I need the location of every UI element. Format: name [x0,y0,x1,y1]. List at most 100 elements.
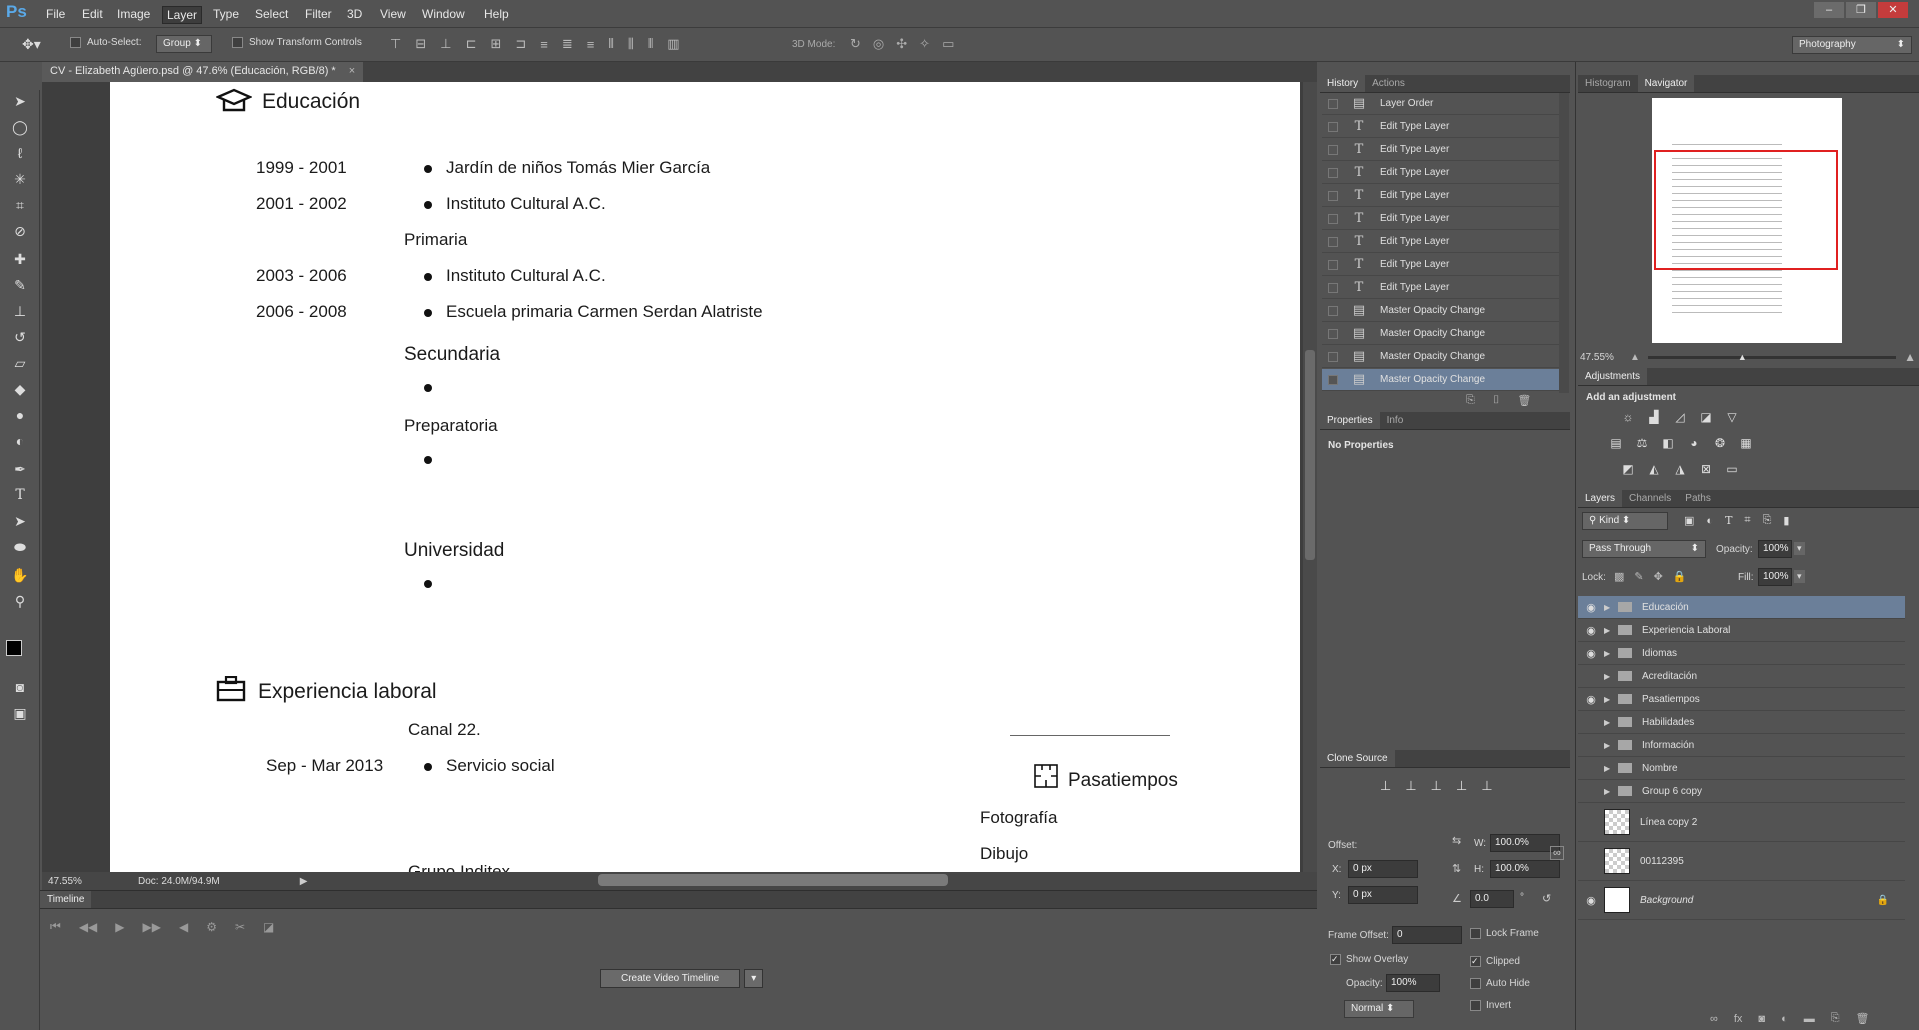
threshold-icon[interactable]: ◮ [1672,462,1688,476]
marquee-tool[interactable]: ◯ [8,116,32,138]
paths-tab[interactable]: Paths [1678,490,1718,507]
frame-offset-field[interactable]: 0 [1392,926,1462,944]
move-tool[interactable]: ➤ [8,90,32,112]
layer-row[interactable]: Línea copy 2 [1578,803,1905,842]
history-source-checkbox[interactable] [1328,144,1338,155]
history-state-row[interactable]: T Edit Type Layer [1322,162,1559,184]
layer-row[interactable]: ◉ Background 🔒 [1578,881,1905,920]
create-video-timeline-button[interactable]: Create Video Timeline [600,969,741,988]
layer-name[interactable]: Acreditación [1642,671,1697,682]
history-source-checkbox[interactable] [1328,259,1338,270]
navigator-view-box[interactable] [1654,150,1838,270]
layer-style-fx-icon[interactable]: fx [1734,1013,1743,1025]
filter-pixel-icon[interactable]: ▣ [1684,514,1694,527]
dodge-tool[interactable]: ◐ [8,430,32,452]
layer-row[interactable]: ▶ Habilidades [1578,711,1905,734]
history-brush-tool[interactable]: ↺ [8,326,32,348]
new-layer-icon[interactable]: ⎘ [1831,1012,1840,1025]
opacity-dropdown-icon[interactable]: ▾ [1794,542,1805,555]
zoom-in-mountain-icon[interactable]: ▲ [1904,350,1916,364]
delete-layer-trash-icon[interactable]: 🗑 [1856,1012,1870,1025]
channels-tab[interactable]: Channels [1622,490,1678,507]
foreground-color-swatch[interactable] [6,640,22,656]
invert-checkbox[interactable] [1470,1000,1481,1011]
first-frame-icon[interactable]: ⏮ [50,919,61,934]
new-adjustment-layer-icon[interactable]: ◐ [1781,1013,1788,1025]
align-left-icon[interactable]: ⊏ [466,36,477,52]
layer-row[interactable]: 00112395 [1578,842,1905,881]
layer-row[interactable]: ◉ ▶ Pasatiempos [1578,688,1905,711]
history-source-checkbox[interactable] [1328,374,1338,385]
lock-all-icon[interactable]: 🔒 [1673,570,1687,583]
exposure-icon[interactable]: ◪ [1698,410,1714,424]
pen-tool[interactable]: ✒ [8,458,32,480]
menu-help[interactable]: Help [480,6,513,22]
transition-icon[interactable]: ◪ [263,920,274,934]
history-tab[interactable]: History [1320,75,1366,92]
reset-transform-icon[interactable]: ↺ [1542,892,1551,905]
histogram-tab[interactable]: Histogram [1578,75,1638,92]
info-tab[interactable]: Info [1380,412,1411,429]
history-state-row[interactable]: T Edit Type Layer [1322,185,1559,207]
vibrance-icon[interactable]: ▽ [1724,410,1740,424]
channel-mixer-icon[interactable]: ❂ [1712,436,1728,450]
distribute-left-icon[interactable]: ⫴ [608,36,613,52]
menu-type[interactable]: Type [209,6,243,22]
clone-stamp-tool[interactable]: ⊥ [8,300,32,322]
history-state-row[interactable]: ▤ Master Opacity Change [1322,346,1559,368]
overlay-blend-dropdown[interactable]: Normal ⬍ [1344,1000,1414,1018]
prev-frame-icon[interactable]: ◀◀ [79,920,97,934]
expand-triangle-icon[interactable]: ▶ [1604,649,1614,658]
document-tab[interactable]: CV - Elizabeth Agüero.psd @ 47.6% (Educa… [42,62,364,82]
expand-triangle-icon[interactable]: ▶ [1604,764,1614,773]
expand-triangle-icon[interactable]: ▶ [1604,603,1614,612]
crop-tool[interactable]: ⌗ [8,194,32,216]
menu-select[interactable]: Select [251,6,292,22]
filter-toggle-icon[interactable]: ▮ [1783,514,1789,527]
split-scissors-icon[interactable]: ✂ [235,920,245,934]
menu-file[interactable]: File [42,6,69,22]
distribute-right-icon[interactable]: ⫴ [648,36,653,52]
history-state-row[interactable]: T Edit Type Layer [1322,231,1559,253]
layers-tab[interactable]: Layers [1578,490,1623,507]
history-state-row[interactable]: T Edit Type Layer [1322,139,1559,161]
menu-view[interactable]: View [376,6,410,22]
blend-mode-dropdown[interactable]: Pass Through ⬍ [1582,540,1706,558]
expand-triangle-icon[interactable]: ▶ [1604,787,1614,796]
shape-tool[interactable]: ⬬ [8,536,32,558]
hand-tool[interactable]: ✋ [8,564,32,586]
brush-tool[interactable]: ✎ [8,274,32,296]
brightness-contrast-icon[interactable]: ☼ [1620,410,1636,424]
magic-wand-tool[interactable]: ✳ [8,168,32,190]
expand-triangle-icon[interactable]: ▶ [1604,695,1614,704]
status-menu-arrow-icon[interactable]: ▶ [300,876,308,887]
close-document-icon[interactable]: × [349,65,355,77]
menu-layer[interactable]: Layer [162,6,203,24]
next-frame-icon[interactable]: ▶▶ [143,920,161,934]
layer-opacity-field[interactable]: 100% [1758,540,1792,558]
levels-icon[interactable]: ▟ [1646,410,1662,424]
properties-tab[interactable]: Properties [1320,412,1380,429]
hue-saturation-icon[interactable]: ▤ [1608,436,1624,450]
posterize-icon[interactable]: ◭ [1646,462,1662,476]
auto-align-icon[interactable]: ▥ [667,36,679,52]
clone-source-5-icon[interactable]: ⊥ [1481,778,1492,794]
align-vcenter-icon[interactable]: ⊟ [415,36,426,52]
layer-row[interactable]: ◉ ▶ Educación [1578,596,1905,619]
history-source-checkbox[interactable] [1328,282,1338,293]
align-right-icon[interactable]: ⊐ [515,36,526,52]
layer-name[interactable]: Group 6 copy [1642,786,1702,797]
3d-rotate-icon[interactable]: ↻ [850,36,861,52]
show-overlay-checkbox[interactable]: ✓ [1330,954,1341,965]
history-state-row[interactable]: ▤ Master Opacity Change [1322,369,1559,391]
layer-row[interactable]: ▶ Información [1578,734,1905,757]
navigator-tab[interactable]: Navigator [1637,75,1695,92]
fill-dropdown-icon[interactable]: ▾ [1794,570,1805,583]
gradient-map-icon[interactable]: ▭ [1724,462,1740,476]
expand-triangle-icon[interactable]: ▶ [1604,626,1614,635]
screen-mode-tool[interactable]: ▣ [8,702,32,724]
history-source-checkbox[interactable] [1328,213,1338,224]
scale-h-field[interactable]: 100.0% [1490,860,1560,878]
history-state-row[interactable]: ▤ Master Opacity Change [1322,323,1559,345]
layer-name[interactable]: Información [1642,740,1694,751]
